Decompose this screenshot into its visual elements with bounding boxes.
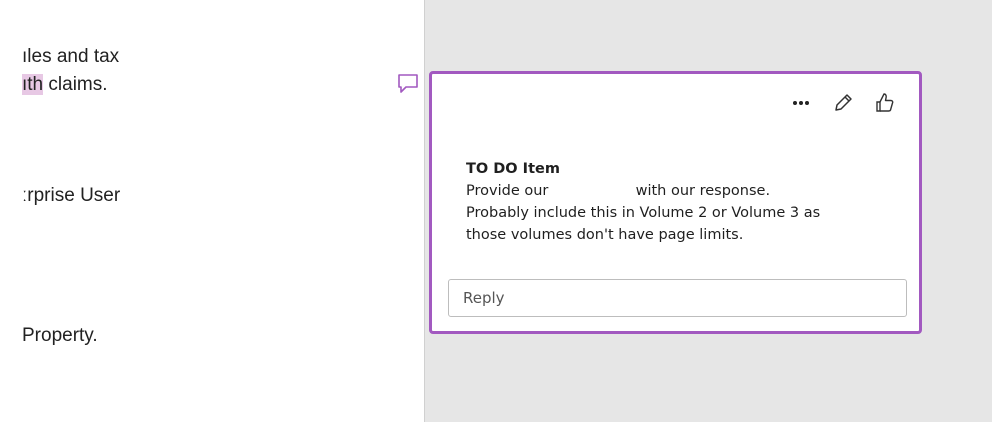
document-text: Property.: [22, 325, 98, 346]
commented-text-highlight[interactable]: ıth: [22, 74, 44, 95]
comment-title: TO DO Item: [466, 161, 560, 177]
pencil-icon[interactable]: [831, 91, 855, 115]
comment-text: with our response.: [630, 183, 771, 199]
thumbs-up-icon[interactable]: [873, 91, 897, 115]
more-options-icon[interactable]: [789, 91, 813, 115]
comment-text-line: Provide our with our response.: [466, 180, 906, 202]
comment-body: TO DO Item Provide our with our response…: [466, 158, 906, 246]
document-text-line[interactable]: ıles and tax: [22, 46, 119, 68]
document-text: ıles and tax: [22, 46, 120, 67]
comment-toolbar: [789, 88, 897, 118]
redacted-text: [552, 183, 631, 199]
document-text-line[interactable]: ːrprise User: [22, 185, 120, 207]
document-page[interactable]: ıles and tax ıth claims. ːrprise User Pr…: [0, 0, 425, 422]
comment-text-line: those volumes don't have page limits.: [466, 227, 744, 243]
document-text-line[interactable]: ıth claims.: [22, 74, 108, 96]
comment-card[interactable]: TO DO Item Provide our with our response…: [429, 71, 922, 334]
comment-text: Provide our: [466, 183, 553, 199]
document-text: ːrprise User: [22, 185, 121, 206]
reply-input[interactable]: [448, 279, 907, 317]
comment-marker-icon[interactable]: [397, 73, 419, 95]
document-text-line[interactable]: Property.: [22, 325, 98, 347]
comment-text-line: Probably include this in Volume 2 or Vol…: [466, 205, 821, 221]
document-text: claims.: [43, 74, 108, 95]
